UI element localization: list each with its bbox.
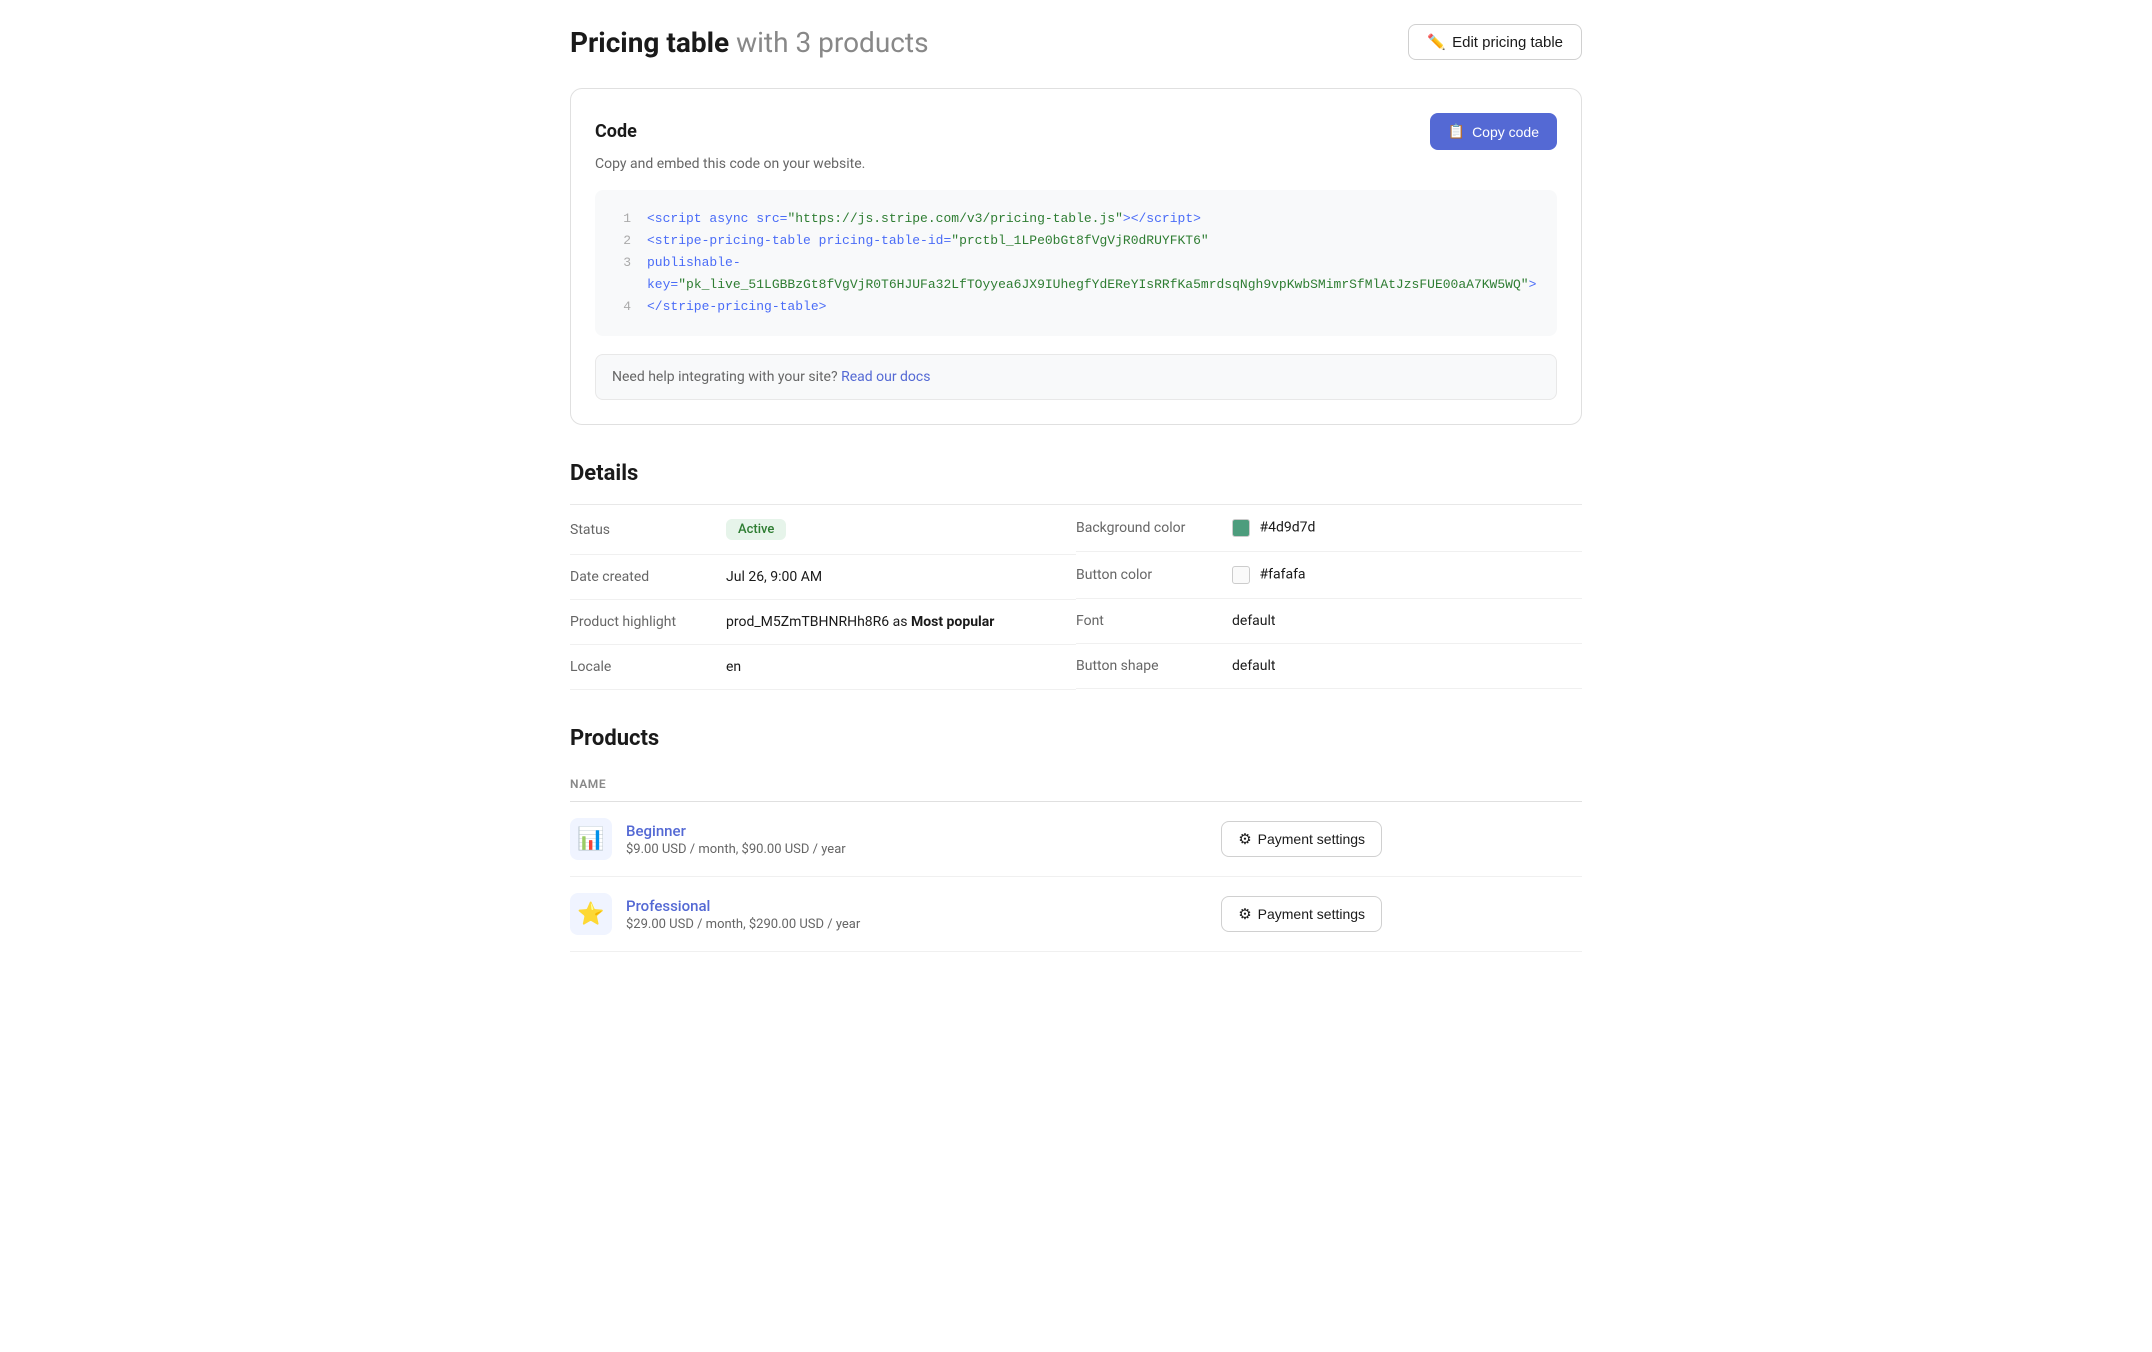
code-line-1: 1 <script async src="https://js.stripe.c… xyxy=(615,208,1537,230)
detail-value-btn-shape: default xyxy=(1232,658,1276,674)
detail-label-font: Font xyxy=(1076,613,1216,629)
table-row: ⭐ Professional $29.00 USD / month, $290.… xyxy=(570,877,1582,952)
detail-label-btn-color: Button color xyxy=(1076,567,1216,583)
details-section: Details Status Active Date created Jul 2… xyxy=(570,461,1582,690)
details-title: Details xyxy=(570,461,1582,486)
product-row-inner-beginner: 📊 Beginner $9.00 USD / month, $90.00 USD… xyxy=(570,818,1221,860)
code-text-4: </stripe-pricing-table> xyxy=(647,296,1537,318)
products-title: Products xyxy=(570,726,1582,751)
detail-label-highlight: Product highlight xyxy=(570,614,710,630)
products-table: NAME 📊 Beginner $9.00 USD / month, $90.0… xyxy=(570,769,1582,952)
product-info-professional: Professional $29.00 USD / month, $290.00… xyxy=(626,897,860,932)
product-price-beginner: $9.00 USD / month, $90.00 USD / year xyxy=(626,842,846,857)
detail-row-date: Date created Jul 26, 9:00 AM xyxy=(570,555,1076,600)
product-cell-beginner: 📊 Beginner $9.00 USD / month, $90.00 USD… xyxy=(570,802,1221,877)
product-icon-professional: ⭐ xyxy=(570,893,612,935)
detail-row-btn-shape: Button shape default xyxy=(1076,644,1582,689)
line-num-2: 2 xyxy=(615,230,631,252)
help-text: Need help integrating with your site? Re… xyxy=(595,354,1557,400)
detail-label-locale: Locale xyxy=(570,659,710,675)
clipboard-icon: 📋 xyxy=(1448,123,1465,140)
payment-settings-button-professional[interactable]: ⚙ Payment settings xyxy=(1221,896,1382,932)
code-text-3: publishable-key="pk_live_51LGBBzGt8fVgVj… xyxy=(647,252,1537,296)
product-name-beginner[interactable]: Beginner xyxy=(626,822,686,840)
detail-row-bg-color: Background color #4d9d7d xyxy=(1076,505,1582,552)
detail-row-font: Font default xyxy=(1076,599,1582,644)
edit-pricing-table-button[interactable]: ✏️ Edit pricing table xyxy=(1408,24,1582,60)
detail-value-btn-color: #fafafa xyxy=(1232,566,1306,584)
code-card: Code 📋 Copy code Copy and embed this cod… xyxy=(570,88,1582,425)
detail-label-status: Status xyxy=(570,522,710,538)
details-left-col: Status Active Date created Jul 26, 9:00 … xyxy=(570,505,1076,690)
read-docs-link[interactable]: Read our docs xyxy=(841,369,930,385)
product-name-professional[interactable]: Professional xyxy=(626,897,710,915)
title-main: Pricing table xyxy=(570,26,729,59)
product-icon-beginner: 📊 xyxy=(570,818,612,860)
detail-value-bg-color: #4d9d7d xyxy=(1232,519,1315,537)
copy-btn-label: Copy code xyxy=(1472,124,1539,140)
btn-color-swatch xyxy=(1232,566,1250,584)
code-card-header: Code 📋 Copy code xyxy=(595,113,1557,150)
status-badge: Active xyxy=(726,519,786,540)
code-text-1: <script async src="https://js.stripe.com… xyxy=(647,208,1537,230)
detail-label-btn-shape: Button shape xyxy=(1076,658,1216,674)
help-message: Need help integrating with your site? xyxy=(612,369,838,385)
copy-code-button[interactable]: 📋 Copy code xyxy=(1430,113,1557,150)
title-subtitle: with 3 products xyxy=(736,26,928,59)
detail-value-font: default xyxy=(1232,613,1276,629)
details-right-col: Background color #4d9d7d Button color #f… xyxy=(1076,505,1582,690)
code-line-4: 4 </stripe-pricing-table> xyxy=(615,296,1537,318)
detail-value-locale: en xyxy=(726,659,741,675)
payment-settings-label-professional: Payment settings xyxy=(1258,906,1365,922)
page-header: Pricing table with 3 products ✏️ Edit pr… xyxy=(570,24,1582,60)
products-section: Products NAME 📊 Beginner $9.00 xyxy=(570,726,1582,952)
code-line-3: 3 publishable-key="pk_live_51LGBBzGt8fVg… xyxy=(615,252,1537,296)
code-block: 1 <script async src="https://js.stripe.c… xyxy=(595,190,1557,336)
product-actions-professional: ⚙ Payment settings xyxy=(1221,877,1582,952)
line-num-3: 3 xyxy=(615,252,631,296)
highlight-product-id: prod_M5ZmTBHNRHh8R6 xyxy=(726,614,889,630)
bg-color-hex: #4d9d7d xyxy=(1259,520,1315,536)
code-title: Code xyxy=(595,121,637,142)
detail-row-locale: Locale en xyxy=(570,645,1076,690)
table-row: 📊 Beginner $9.00 USD / month, $90.00 USD… xyxy=(570,802,1582,877)
product-row-inner-professional: ⭐ Professional $29.00 USD / month, $290.… xyxy=(570,893,1221,935)
details-grid: Status Active Date created Jul 26, 9:00 … xyxy=(570,504,1582,690)
code-line-2: 2 <stripe-pricing-table pricing-table-id… xyxy=(615,230,1537,252)
detail-label-date: Date created xyxy=(570,569,710,585)
code-subtitle: Copy and embed this code on your website… xyxy=(595,156,1557,172)
gear-icon-professional: ⚙ xyxy=(1238,905,1251,923)
page-title: Pricing table with 3 products xyxy=(570,26,929,59)
bg-color-swatch xyxy=(1232,519,1250,537)
detail-row-btn-color: Button color #fafafa xyxy=(1076,552,1582,599)
gear-icon: ⚙ xyxy=(1238,830,1251,848)
detail-label-bg-color: Background color xyxy=(1076,520,1216,536)
payment-settings-label-beginner: Payment settings xyxy=(1258,831,1365,847)
line-num-4: 4 xyxy=(615,296,631,318)
detail-value-highlight: prod_M5ZmTBHNRHh8R6 as Most popular xyxy=(726,614,994,630)
payment-settings-button-beginner[interactable]: ⚙ Payment settings xyxy=(1221,821,1382,857)
code-text-2: <stripe-pricing-table pricing-table-id="… xyxy=(647,230,1537,252)
detail-row-highlight: Product highlight prod_M5ZmTBHNRHh8R6 as… xyxy=(570,600,1076,645)
col-header-name: NAME xyxy=(570,769,1221,802)
btn-color-hex: #fafafa xyxy=(1259,567,1305,583)
col-header-actions xyxy=(1221,769,1582,802)
highlight-as: as xyxy=(893,614,911,630)
highlight-label: Most popular xyxy=(911,614,994,630)
detail-value-date: Jul 26, 9:00 AM xyxy=(726,569,822,585)
detail-row-status: Status Active xyxy=(570,505,1076,555)
product-cell-professional: ⭐ Professional $29.00 USD / month, $290.… xyxy=(570,877,1221,952)
product-info-beginner: Beginner $9.00 USD / month, $90.00 USD /… xyxy=(626,822,846,857)
product-actions-beginner: ⚙ Payment settings xyxy=(1221,802,1582,877)
edit-btn-label: Edit pricing table xyxy=(1452,34,1563,51)
product-price-professional: $29.00 USD / month, $290.00 USD / year xyxy=(626,917,860,932)
line-num-1: 1 xyxy=(615,208,631,230)
pencil-icon: ✏️ xyxy=(1427,33,1446,51)
